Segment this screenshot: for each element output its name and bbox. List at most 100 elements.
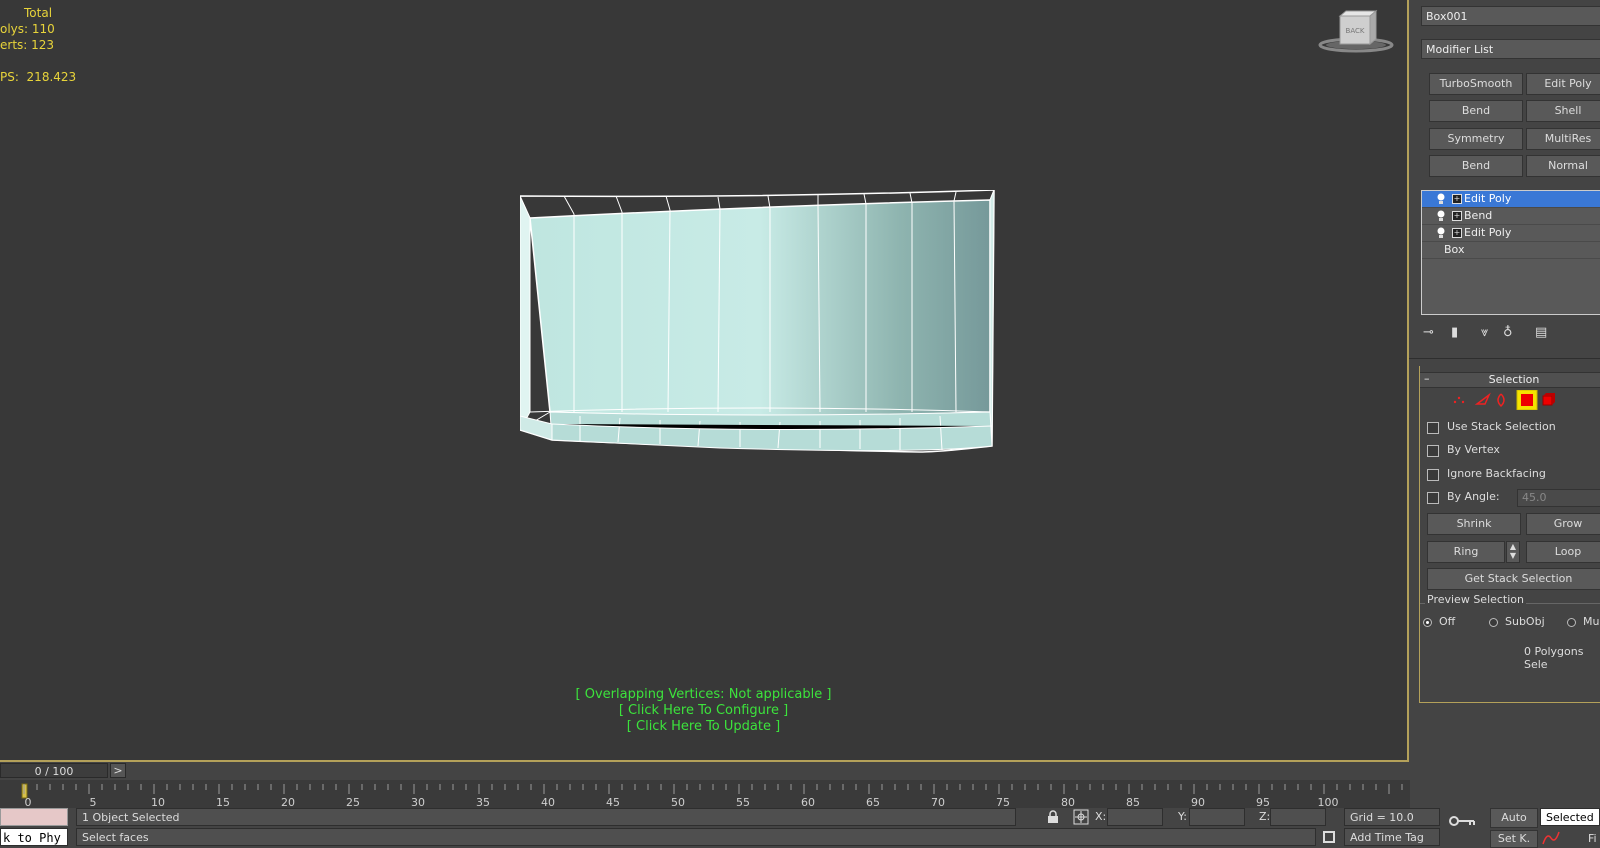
overlapping-vertices-text: [ Overlapping Vertices: Not applicable ] <box>575 687 832 702</box>
preview-off-radio[interactable]: Off <box>1423 614 1455 630</box>
preview-subobj-radio[interactable]: SubObj <box>1489 614 1545 630</box>
time-tag-icon[interactable] <box>1322 830 1336 844</box>
by-angle-checkbox[interactable]: By Angle: <box>1427 489 1500 505</box>
stats-fps: PS: 218.423 <box>0 70 76 84</box>
checkbox-box[interactable] <box>1427 445 1439 457</box>
checkbox-box[interactable] <box>1427 492 1439 504</box>
stack-item-edit-poly-2[interactable]: + Edit Poly <box>1422 225 1600 242</box>
edit-poly-button[interactable]: Edit Poly <box>1526 73 1600 95</box>
perspective-viewport[interactable]: Total olys: 110 erts: 123 PS: 218.423 BA… <box>0 0 1409 762</box>
lightbulb-icon[interactable] <box>1436 210 1446 222</box>
track-tick-label: 15 <box>216 796 230 808</box>
ignore-backfacing-label: Ignore Backfacing <box>1447 467 1546 480</box>
auto-key-button[interactable]: Auto <box>1490 808 1538 828</box>
preview-selection-label: Preview Selection <box>1425 593 1527 606</box>
edge-icon[interactable] <box>1474 392 1491 405</box>
configure-link[interactable]: [ Click Here To Configure ] <box>619 703 788 718</box>
bend-button-2[interactable]: Bend <box>1429 155 1523 177</box>
track-tick-label: 45 <box>606 796 620 808</box>
by-vertex-checkbox[interactable]: By Vertex <box>1427 442 1500 458</box>
vertex-icon[interactable] <box>1453 396 1465 404</box>
shell-button[interactable]: Shell <box>1526 100 1600 122</box>
stack-item-box[interactable]: Box <box>1422 242 1600 259</box>
set-key-mode-icon[interactable] <box>1448 814 1478 828</box>
stats-polys: olys: 110 <box>0 22 55 36</box>
time-slider[interactable]: 0 / 100 <box>0 763 108 778</box>
configure-modifier-sets-icon[interactable]: ▤ <box>1535 325 1551 341</box>
stack-item-bend[interactable]: + Bend <box>1422 208 1600 225</box>
lightbulb-icon[interactable] <box>1436 193 1446 205</box>
bend-button[interactable]: Bend <box>1429 100 1523 122</box>
turbosmooth-button[interactable]: TurboSmooth <box>1429 73 1523 95</box>
ring-spinner-arrows[interactable]: ▲ ▼ <box>1506 541 1520 563</box>
make-unique-icon[interactable]: ⩔ <box>1481 325 1497 341</box>
element-icon[interactable] <box>1542 393 1555 406</box>
key-filters-label[interactable]: Fi <box>1588 832 1597 845</box>
angle-spinner-input[interactable]: 45.0 <box>1517 489 1600 507</box>
expand-icon[interactable]: + <box>1452 211 1462 221</box>
border-icon[interactable] <box>1497 393 1505 408</box>
selection-set-dropdown[interactable]: Selected <box>1540 808 1600 826</box>
use-stack-selection-checkbox[interactable]: Use Stack Selection <box>1427 419 1556 435</box>
shrink-button[interactable]: Shrink <box>1427 513 1521 535</box>
update-link-row: [ Click Here To Update ] <box>0 719 1407 734</box>
stats-verts-label: erts: <box>0 38 28 52</box>
symmetry-button[interactable]: Symmetry <box>1429 128 1523 150</box>
maxscript-listener-mini[interactable] <box>0 808 68 826</box>
track-tick-label: 90 <box>1191 796 1205 808</box>
track-bar[interactable]: 0 5 10 15 20 25 30 35 40 45 50 55 60 65 70 75 80 85 90 95 10… <box>0 780 1410 808</box>
modifier-list-dropdown[interactable]: Modifier List <box>1421 39 1600 59</box>
z-coord-input[interactable] <box>1270 808 1326 826</box>
command-panel: Box001 Modifier List TurboSmooth Edit Po… <box>1409 0 1600 760</box>
track-tick-label: 85 <box>1126 796 1140 808</box>
absolute-mode-transform-icon[interactable] <box>1073 809 1089 825</box>
expand-icon[interactable]: + <box>1452 194 1462 204</box>
preview-subobj-label: SubObj <box>1505 615 1545 628</box>
stack-item-label: Bend <box>1464 209 1493 222</box>
grid-size-display: Grid = 10.0 <box>1344 808 1440 826</box>
add-time-tag-field[interactable]: Add Time Tag <box>1344 828 1440 846</box>
preview-multi-radio[interactable]: Mul <box>1567 614 1600 630</box>
show-end-result-icon[interactable]: ▮ <box>1451 325 1467 341</box>
selection-rollout-header[interactable]: – Selection <box>1419 372 1600 388</box>
y-coord-input[interactable] <box>1189 808 1245 826</box>
x-coord-input[interactable] <box>1107 808 1163 826</box>
stack-item-label: Edit Poly <box>1464 226 1512 239</box>
expand-icon[interactable]: + <box>1452 228 1462 238</box>
bent-shelf-model[interactable] <box>520 190 1020 470</box>
object-name-field[interactable]: Box001 <box>1421 6 1600 26</box>
polygon-icon[interactable] <box>1516 390 1538 410</box>
selection-lock-icon[interactable] <box>1046 810 1060 824</box>
loop-button[interactable]: Loop <box>1526 541 1600 563</box>
ring-button[interactable]: Ring <box>1427 541 1505 563</box>
maxscript-input[interactable]: k to Phy <box>0 828 68 846</box>
lightbulb-icon[interactable] <box>1436 227 1446 239</box>
selection-info-field: 1 Object Selected <box>76 808 1016 826</box>
key-filter-curve-icon[interactable] <box>1542 830 1560 846</box>
next-frame-button[interactable]: > <box>110 763 126 778</box>
pin-stack-icon[interactable]: ⊸ <box>1423 325 1439 341</box>
checkbox-box[interactable] <box>1427 469 1439 481</box>
set-key-button[interactable]: Set K. <box>1490 830 1538 848</box>
radio-dot[interactable] <box>1423 618 1432 627</box>
viewcube[interactable]: BACK <box>1316 8 1396 58</box>
checkbox-box[interactable] <box>1427 422 1439 434</box>
normal-button[interactable]: Normal <box>1526 155 1600 177</box>
track-tick-label: 65 <box>866 796 880 808</box>
stack-item-edit-poly[interactable]: + Edit Poly <box>1422 191 1600 208</box>
radio-dot[interactable] <box>1489 618 1498 627</box>
track-tick-label: 25 <box>346 796 360 808</box>
radio-dot[interactable] <box>1567 618 1576 627</box>
ignore-backfacing-checkbox[interactable]: Ignore Backfacing <box>1427 466 1546 482</box>
polygons-selected-count: 0 Polygons Sele <box>1524 645 1584 671</box>
get-stack-selection-button[interactable]: Get Stack Selection <box>1427 568 1600 590</box>
track-tick-label: 75 <box>996 796 1010 808</box>
remove-modifier-icon[interactable]: ♁ <box>1503 325 1519 341</box>
rollout-collapse-toggle[interactable]: – <box>1424 372 1430 386</box>
grow-button[interactable]: Grow <box>1526 513 1600 535</box>
multires-button[interactable]: MultiRes <box>1526 128 1600 150</box>
track-tick-label: 55 <box>736 796 750 808</box>
modifier-stack[interactable]: + Edit Poly + Bend + Edit Poly Box <box>1421 190 1600 315</box>
track-bar-ruler: 0 5 10 15 20 25 30 35 40 45 50 55 60 65 70 75 80 85 90 95 10… <box>21 783 1403 808</box>
update-link[interactable]: [ Click Here To Update ] <box>627 719 780 734</box>
